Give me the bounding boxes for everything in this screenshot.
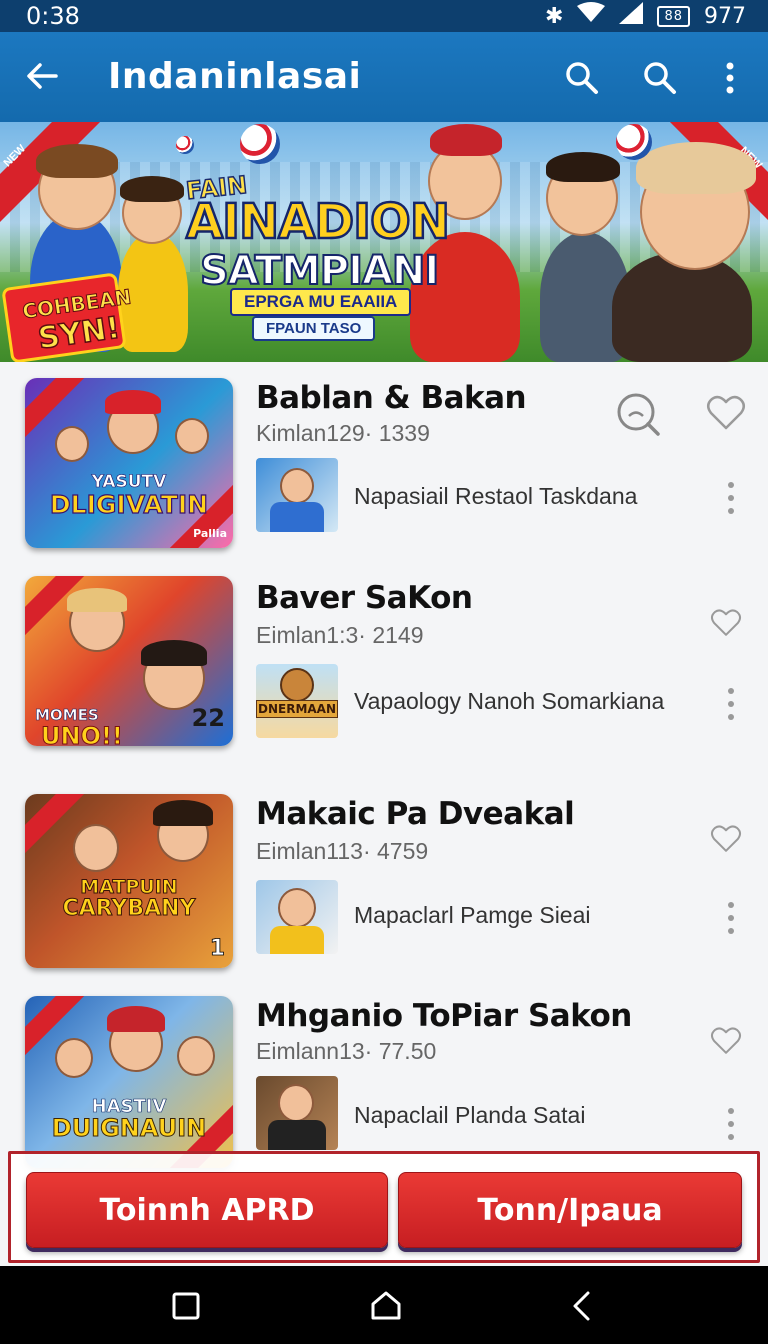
item-title[interactable]: Mhganio ToPiar Sakon bbox=[256, 998, 632, 1034]
item-subtitle: Vapaology Nanoh Somarkiana bbox=[354, 688, 665, 714]
item-title[interactable]: Bablan & Bakan bbox=[256, 380, 527, 416]
more-options-icon[interactable] bbox=[726, 1104, 736, 1144]
soccer-ball-icon bbox=[176, 136, 194, 154]
thumbnail-corner-label: 1 bbox=[209, 936, 225, 961]
game-thumbnail[interactable]: HASTIV DUIGNAUIN bbox=[25, 996, 233, 1168]
item-meta: Kimlan129· 1339 bbox=[256, 420, 430, 446]
signal-icon bbox=[619, 2, 644, 30]
hero-headline: AINADION bbox=[185, 193, 452, 252]
hero-banner[interactable]: NEW NEW FAIN AINADION SATMPIANI EPRGA MU… bbox=[0, 122, 768, 362]
thumbnail-label: MATPUIN bbox=[80, 876, 178, 898]
soccer-ball-icon bbox=[240, 124, 280, 164]
item-preview-image bbox=[256, 458, 338, 532]
home-icon[interactable] bbox=[368, 1288, 404, 1324]
soccer-ball-icon bbox=[616, 124, 652, 160]
thumbnail-label: MOMES bbox=[35, 706, 99, 724]
search-icon[interactable] bbox=[562, 58, 602, 98]
thumbnail-label: YASUTV bbox=[91, 472, 167, 492]
item-meta: Eimlan1:3· 2149 bbox=[256, 622, 424, 648]
overflow-menu-icon[interactable] bbox=[710, 58, 750, 98]
primary-action-button[interactable]: Toinnh APRD bbox=[26, 1172, 388, 1248]
status-time: 0:38 bbox=[26, 2, 80, 30]
game-thumbnail[interactable]: MOMES UNO!! 22 bbox=[25, 576, 233, 746]
more-options-icon[interactable] bbox=[726, 684, 736, 724]
favorite-heart-icon[interactable] bbox=[710, 1026, 742, 1056]
item-preview-image bbox=[256, 880, 338, 954]
list-item[interactable]: YASUTV DLIGIVATIN Pallia Bablan & Bakan … bbox=[0, 362, 768, 562]
favorite-heart-icon[interactable] bbox=[706, 394, 746, 432]
favorite-heart-icon[interactable] bbox=[710, 824, 742, 854]
favorite-heart-icon[interactable] bbox=[710, 608, 742, 638]
status-bar: 0:38 ✱ 88 977 bbox=[0, 0, 768, 32]
status-icons: ✱ 88 977 bbox=[545, 2, 746, 30]
hero-tagline: EPRGA MU EAAIIA bbox=[230, 288, 412, 316]
item-subtitle: Napaclail Planda Satai bbox=[354, 1102, 586, 1128]
item-preview-image bbox=[256, 1076, 338, 1150]
battery-icon: 88 bbox=[657, 5, 690, 27]
thumbnail-title: UNO!! bbox=[41, 722, 124, 747]
item-meta: Eimlan113· 4759 bbox=[256, 838, 429, 864]
page-title: Indaninlasai bbox=[108, 56, 362, 97]
search-icon[interactable] bbox=[614, 390, 664, 440]
thumbnail-title: DLIGIVATIN bbox=[49, 490, 209, 519]
item-meta: Eimlann13· 77.50 bbox=[256, 1038, 437, 1064]
item-preview-image: DNERMAAN bbox=[256, 664, 338, 738]
app-bar: Indaninlasai bbox=[0, 32, 768, 122]
search-alt-icon[interactable] bbox=[640, 58, 680, 98]
wifi-icon bbox=[577, 2, 606, 30]
list-item[interactable]: MOMES UNO!! 22 Baver SaKon Eimlan1:3· 21… bbox=[0, 564, 768, 764]
back-arrow-icon[interactable] bbox=[22, 56, 62, 96]
bluetooth-icon: ✱ bbox=[545, 3, 564, 29]
item-subtitle: Napasiail Restaol Taskdana bbox=[354, 483, 638, 509]
more-options-icon[interactable] bbox=[726, 898, 736, 938]
secondary-action-button[interactable]: Tonn/Ipaua bbox=[398, 1172, 742, 1248]
status-text: 977 bbox=[704, 3, 746, 29]
more-options-icon[interactable] bbox=[726, 478, 736, 518]
item-subtitle: Mapaclarl Pamge Sieai bbox=[354, 902, 591, 928]
thumbnail-corner-label: 22 bbox=[191, 704, 225, 732]
preview-logo-text: DNERMAAN bbox=[258, 702, 336, 716]
thumbnail-title: DUIGNAUIN bbox=[51, 1114, 207, 1142]
game-thumbnail[interactable]: MATPUIN CARYBANY 1 bbox=[25, 794, 233, 968]
recents-icon[interactable] bbox=[168, 1288, 204, 1324]
list-item[interactable]: MATPUIN CARYBANY 1 Makaic Pa Dveakal Eim… bbox=[0, 782, 768, 982]
thumbnail-title: CARYBANY bbox=[62, 896, 196, 921]
back-icon[interactable] bbox=[564, 1288, 600, 1324]
game-thumbnail[interactable]: YASUTV DLIGIVATIN Pallia bbox=[25, 378, 233, 548]
hero-subtagline: FPAUN TASO bbox=[252, 316, 376, 341]
item-title[interactable]: Makaic Pa Dveakal bbox=[256, 796, 575, 832]
system-nav-bar bbox=[0, 1266, 768, 1344]
item-title[interactable]: Baver SaKon bbox=[256, 580, 473, 616]
thumbnail-corner-label: Pallia bbox=[193, 527, 227, 540]
